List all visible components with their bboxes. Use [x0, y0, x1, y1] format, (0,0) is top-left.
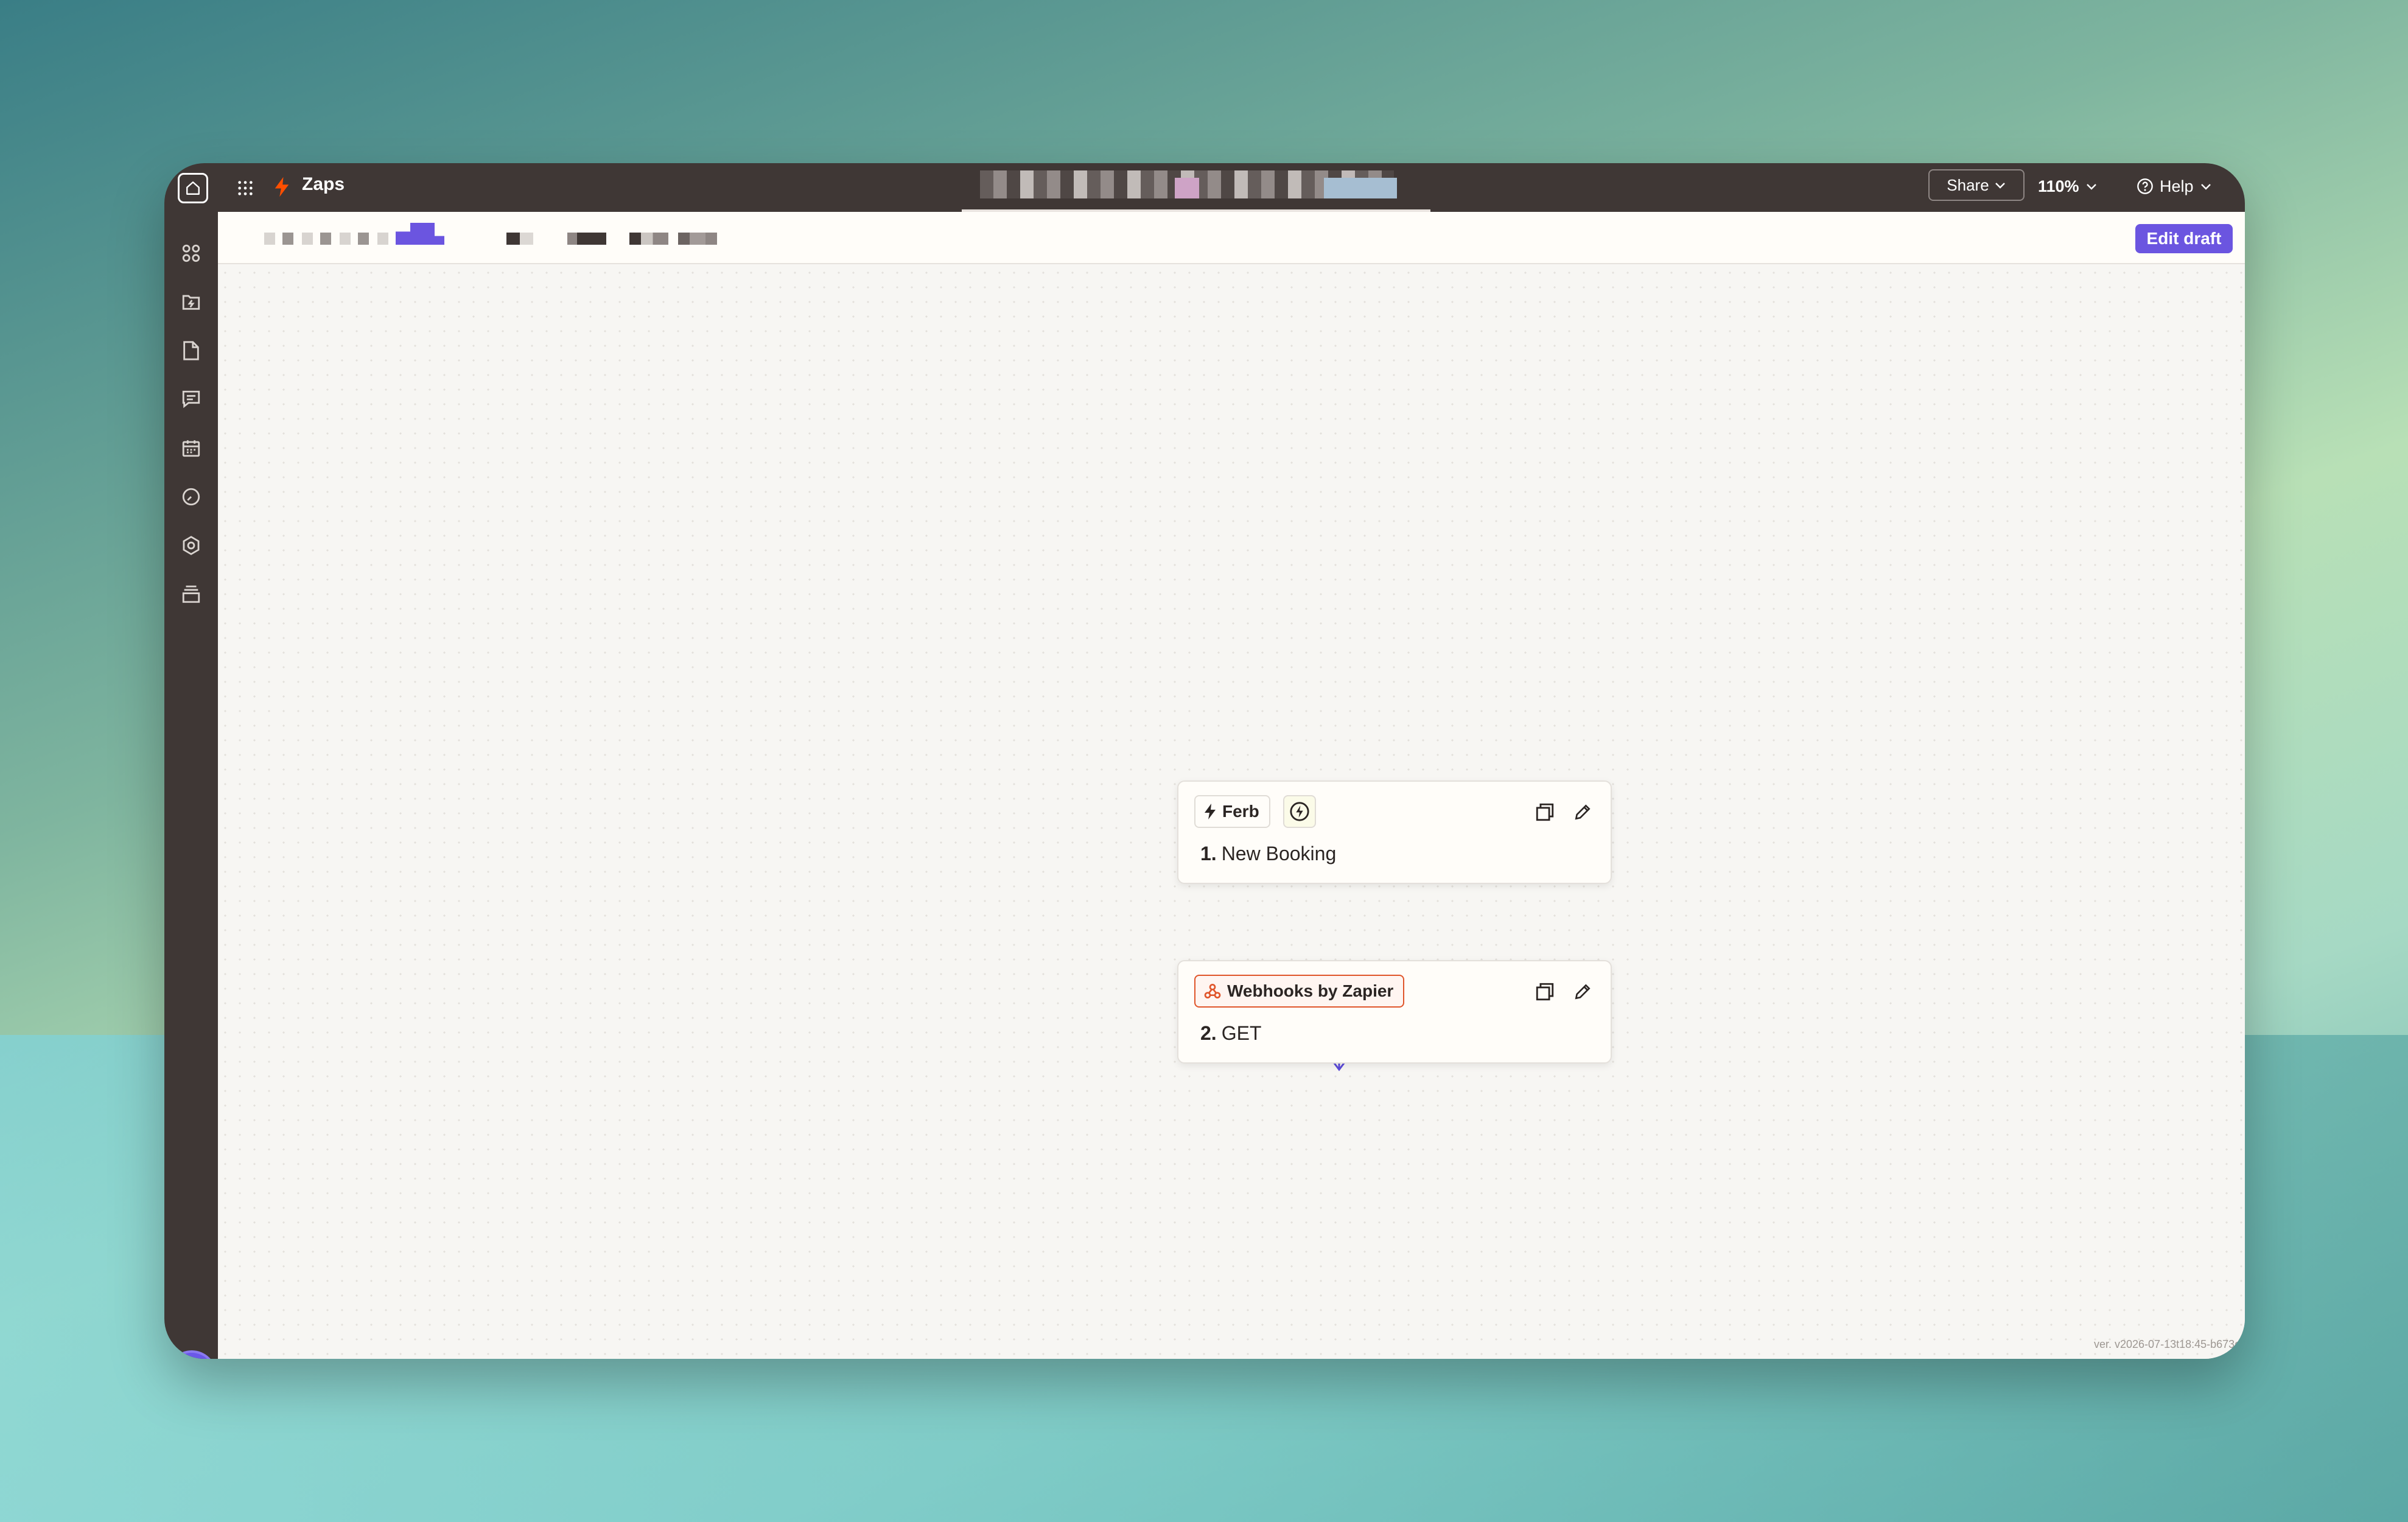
- interfaces-icon[interactable]: [178, 386, 205, 413]
- step-name: GET: [1221, 1022, 1262, 1044]
- app-window: Zaps Share 110% Help Edit draft Ferb 1. …: [164, 163, 2245, 1359]
- step-title: 1. New Booking: [1200, 843, 1336, 865]
- edit-icon[interactable]: [1570, 980, 1595, 1004]
- tab-redacted[interactable]: [678, 233, 717, 245]
- webhook-icon: [1204, 984, 1221, 998]
- version-label: ver. v2026-07-13t18:45-b673cd4: [2094, 1338, 2245, 1350]
- duplicate-icon[interactable]: [1533, 980, 1557, 1004]
- top-bar: Zaps Share 110% Help: [164, 163, 2245, 212]
- zap-canvas[interactable]: Ferb 1. New Booking Webhooks by Zapier 2…: [218, 265, 2245, 1359]
- duplicate-icon[interactable]: [1533, 800, 1557, 824]
- instant-trigger-icon: [1283, 795, 1316, 828]
- settings-icon[interactable]: [178, 532, 205, 559]
- app-chip-ferb[interactable]: Ferb: [1194, 795, 1270, 828]
- zoom-dropdown[interactable]: 110%: [2038, 172, 2098, 201]
- breadcrumb-redacted[interactable]: [264, 233, 410, 245]
- bolt-icon: [1205, 804, 1216, 819]
- copilot-button[interactable]: [169, 1353, 214, 1359]
- archive-icon[interactable]: [178, 581, 205, 608]
- zaps-icon[interactable]: [178, 240, 205, 267]
- step-title: 2. GET: [1200, 1022, 1261, 1045]
- app-name: Webhooks by Zapier: [1227, 981, 1394, 1000]
- app-grid-icon[interactable]: [230, 173, 261, 203]
- tab-redacted[interactable]: [567, 233, 606, 245]
- app-chip-webhooks[interactable]: Webhooks by Zapier: [1194, 975, 1405, 1008]
- step-name: New Booking: [1221, 843, 1337, 864]
- help-label: Help: [2160, 177, 2194, 195]
- step-number: 2.: [1200, 1022, 1217, 1044]
- edit-icon[interactable]: [1570, 800, 1595, 824]
- zoom-label: 110%: [2038, 177, 2079, 195]
- tab-redacted[interactable]: [506, 233, 533, 245]
- app-title[interactable]: Zaps: [302, 174, 345, 195]
- share-button[interactable]: Share: [1928, 169, 2025, 201]
- editor-subbar: Edit draft: [218, 212, 2245, 264]
- editor-panel: Edit draft Ferb 1. New Booking Webhooks …: [218, 212, 2245, 1359]
- edit-draft-button[interactable]: Edit draft: [2135, 224, 2233, 253]
- zap-name-redacted[interactable]: [980, 170, 1397, 198]
- chevron-down-icon: [1995, 183, 2005, 189]
- calendar-icon[interactable]: [178, 435, 205, 461]
- zaps-bolt-icon: [267, 172, 297, 202]
- tab-redacted-active[interactable]: [396, 223, 444, 245]
- step-card-action[interactable]: Webhooks by Zapier 2. GET: [1177, 960, 1612, 1064]
- home-icon[interactable]: [178, 173, 208, 203]
- tab-redacted[interactable]: [629, 233, 668, 245]
- left-sidebar: [164, 212, 218, 1359]
- help-icon: [2137, 178, 2153, 194]
- transfers-icon[interactable]: [178, 289, 205, 315]
- step-number: 1.: [1200, 843, 1217, 864]
- history-icon[interactable]: [178, 483, 205, 510]
- chevron-down-icon: [2200, 184, 2211, 190]
- app-name: Ferb: [1222, 802, 1259, 821]
- chevron-down-icon: [2086, 184, 2096, 190]
- help-dropdown[interactable]: Help: [2137, 172, 2212, 201]
- tables-icon[interactable]: [178, 337, 205, 364]
- share-label: Share: [1947, 175, 1989, 194]
- step-card-trigger[interactable]: Ferb 1. New Booking: [1177, 780, 1612, 884]
